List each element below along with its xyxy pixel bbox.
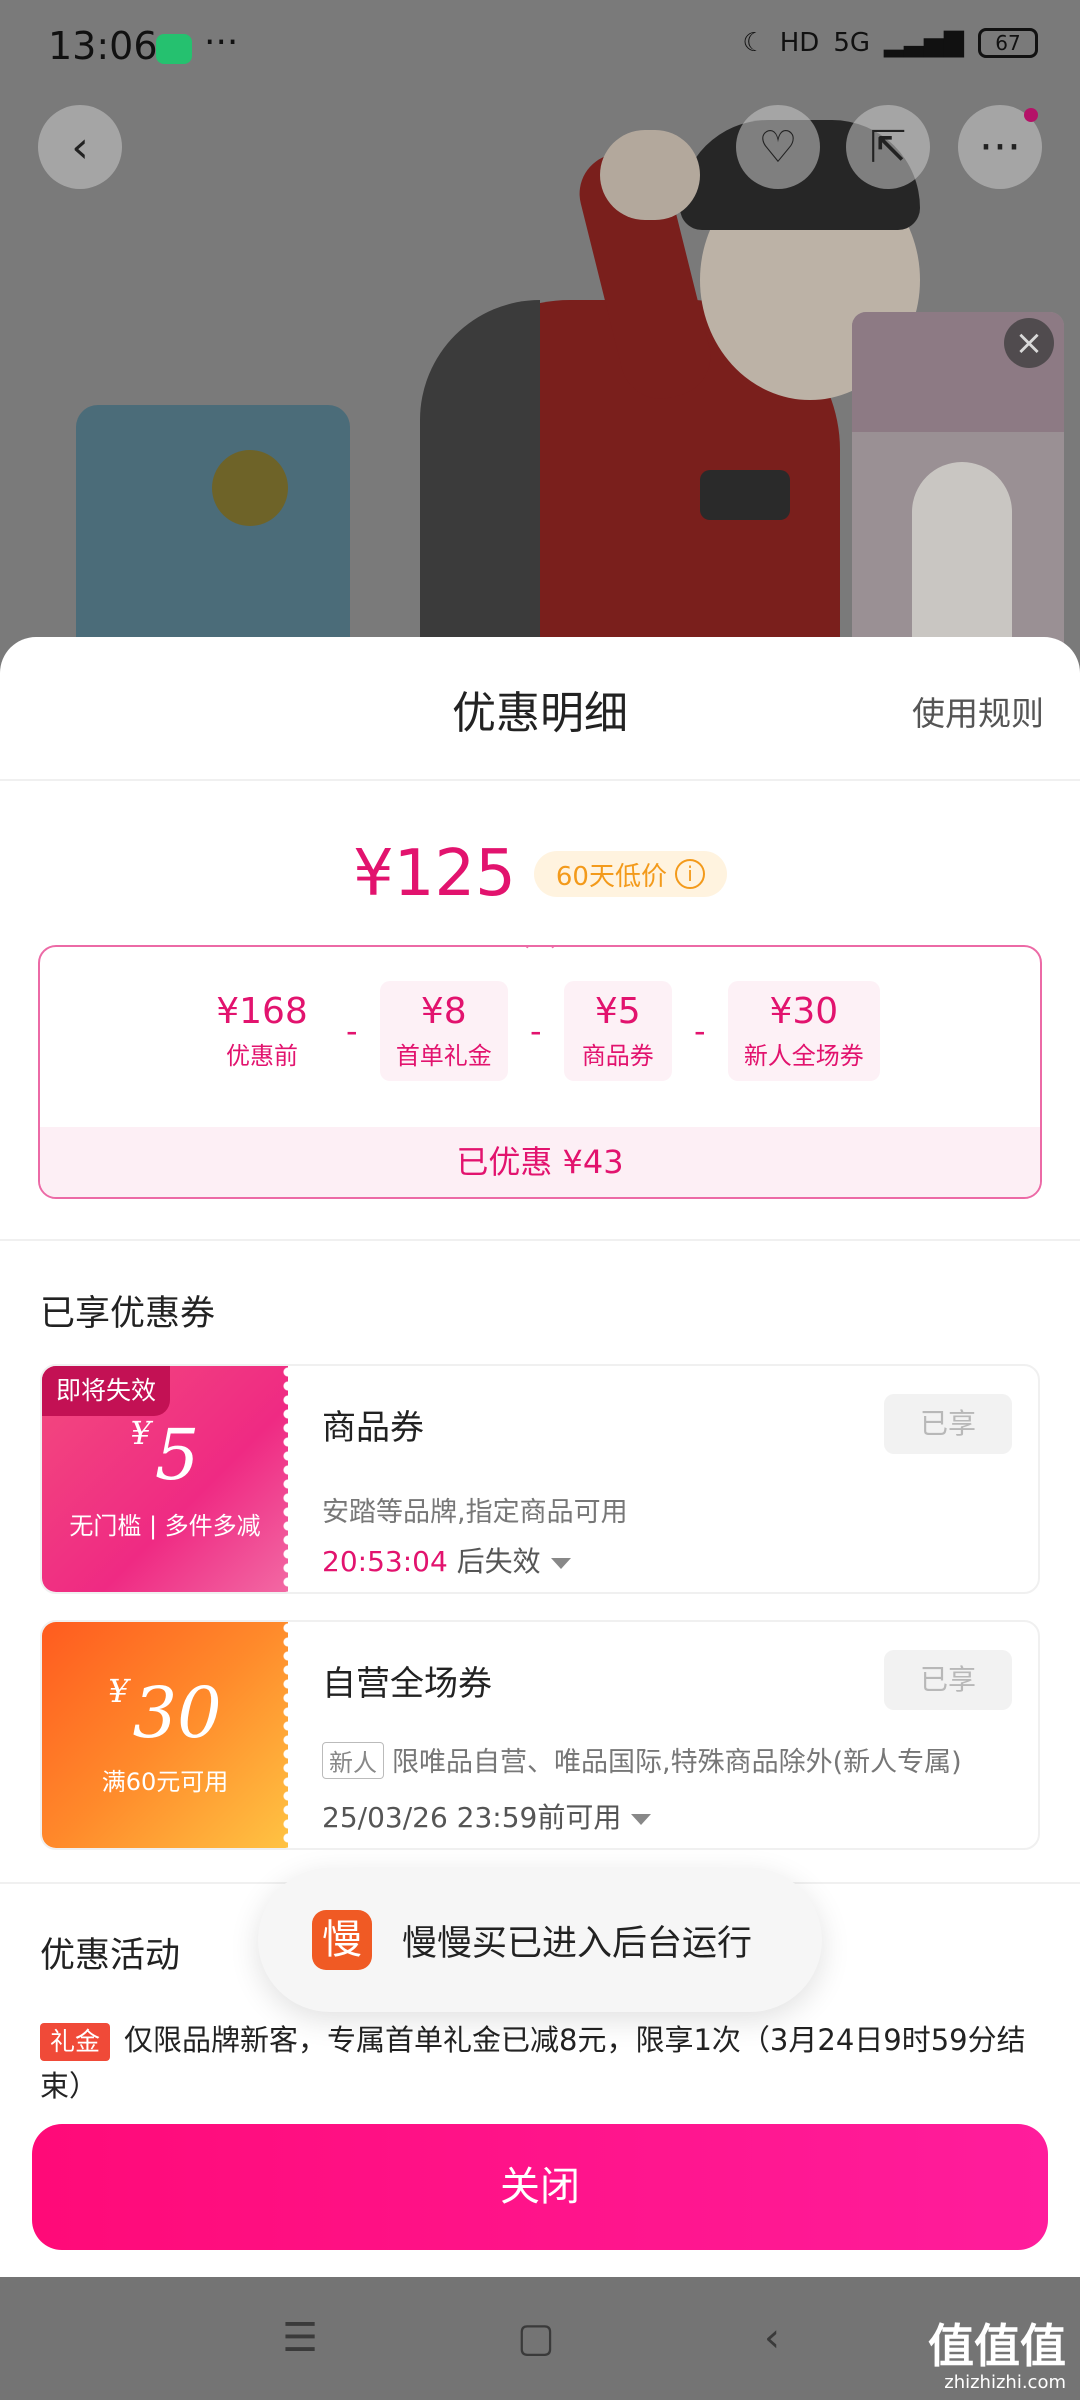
- calc-label: 商品券: [581, 1042, 654, 1070]
- discount-detail-sheet: 优惠明细 使用规则 ¥125 60天低价 i ¥168 优惠前 - ¥8 首单礼…: [0, 637, 1080, 2277]
- coupon-condition: 满60元可用: [101, 1768, 229, 1796]
- coupon-description: 安踏等品牌,指定商品可用: [322, 1497, 628, 1528]
- calculation-items: ¥168 优惠前 - ¥8 首单礼金 - ¥5 商品券 - ¥30 新人全场券: [40, 981, 1040, 1081]
- live-close-icon[interactable]: ×: [1004, 318, 1054, 368]
- coupon-amount: ¥30: [42, 1672, 288, 1754]
- chevron-down-icon: [550, 1557, 571, 1569]
- home-icon[interactable]: ▢: [508, 2313, 564, 2363]
- activity-text: 仅限品牌新客，专属首单礼金已减8元，限享1次（3月24日9时59分结束）: [40, 2023, 1026, 2103]
- notification-dot: [1024, 108, 1038, 122]
- status-time: 13:06: [48, 24, 158, 68]
- divider: [0, 1239, 1080, 1241]
- coupon-condition: 无门槛 | 多件多减: [69, 1512, 261, 1540]
- more-notifications-icon: ···: [204, 22, 239, 63]
- site-watermark: 值值值: [928, 2319, 1066, 2373]
- final-price-row: ¥125 60天低价 i: [0, 837, 1080, 911]
- gift-tag: 礼金: [40, 2023, 111, 2061]
- signal-icon: ▂▃▅▇: [884, 28, 964, 58]
- original-price-item: ¥168 优惠前: [200, 981, 324, 1081]
- share-button[interactable]: ⇱: [846, 105, 930, 189]
- back-arrow-icon: ‹: [71, 121, 89, 173]
- low-price-badge[interactable]: 60天低价 i: [533, 851, 727, 897]
- system-navigation-bar: ☰ ▢ ‹: [0, 2277, 1080, 2400]
- toast-text: 慢慢买已进入后台运行: [402, 1923, 753, 1964]
- final-price: ¥125: [353, 837, 516, 911]
- calc-label: 优惠前: [226, 1042, 298, 1070]
- status-icons: ☾ HD 5G ▂▃▅▇ 67: [742, 28, 1038, 58]
- product-photo-hand: [600, 130, 700, 220]
- chevron-down-icon: [631, 1813, 652, 1825]
- usage-rules-link[interactable]: 使用规则: [912, 687, 1044, 735]
- close-button[interactable]: 关闭: [32, 2124, 1048, 2250]
- calc-value: ¥30: [769, 991, 839, 1032]
- app-icon: 慢: [312, 1910, 372, 1970]
- coupon-valid-until: 25/03/26 23:59前可用: [322, 1801, 622, 1834]
- calc-value: ¥8: [420, 991, 467, 1032]
- coupon-value-panel: ¥30 满60元可用: [42, 1622, 294, 1848]
- minus-sign: -: [346, 1012, 358, 1050]
- network-label: 5G: [833, 28, 871, 58]
- background-running-toast: 慢 慢慢买已进入后台运行: [258, 1868, 822, 2012]
- calc-label: 新人全场券: [743, 1042, 864, 1070]
- more-dots-icon: ···: [979, 121, 1021, 173]
- yen-symbol: ¥: [130, 1414, 151, 1452]
- hd-icon: HD: [779, 28, 820, 58]
- new-user-tag: 新人: [322, 1742, 384, 1779]
- price-calculation-box: ¥168 优惠前 - ¥8 首单礼金 - ¥5 商品券 - ¥30 新人全场券 …: [38, 945, 1042, 1199]
- low-price-label: 60天低价: [555, 861, 667, 892]
- coupon-expiry[interactable]: 20:53:04 后失效: [322, 1540, 571, 1580]
- heart-plus-icon: ♡: [758, 121, 798, 173]
- favorite-button[interactable]: ♡: [736, 105, 820, 189]
- menu-icon[interactable]: ☰: [272, 2313, 328, 2363]
- info-icon: i: [674, 859, 705, 889]
- minus-sign: -: [694, 1012, 706, 1050]
- yen-symbol: ¥: [108, 1672, 129, 1710]
- product-coupon-item: ¥5 商品券: [563, 981, 672, 1081]
- calc-label: 首单礼金: [395, 1042, 492, 1070]
- calc-value: ¥5: [594, 991, 641, 1032]
- coupon-amount-value: 5: [154, 1414, 200, 1496]
- coupon-description-text: 限唯品自营、唯品国际,特殊商品除外(新人专属): [392, 1747, 962, 1778]
- wechat-icon: [156, 34, 192, 64]
- site-watermark-url: zhizhizhi.com: [944, 2372, 1066, 2393]
- coupon-card-product[interactable]: 即将失效 ¥5 无门槛 | 多件多减 商品券 已享 安踏等品牌,指定商品可用 2…: [40, 1364, 1040, 1594]
- battery-icon: 67: [978, 28, 1038, 58]
- product-photo-sleeve: [420, 300, 540, 680]
- activity-section-title: 优惠活动: [40, 1936, 181, 1976]
- status-bar: 13:06 ··· ☾ HD 5G ▂▃▅▇ 67: [0, 0, 1080, 96]
- coupon-amount-value: 30: [132, 1672, 222, 1754]
- back-button[interactable]: ‹: [38, 105, 122, 189]
- coupon-status-button[interactable]: 已享: [884, 1394, 1012, 1454]
- coupons-section-title: 已享优惠券: [40, 1294, 216, 1334]
- activity-item: 礼金 仅限品牌新客，专属首单礼金已减8元，限享1次（3月24日9时59分结束）: [40, 2017, 1050, 2109]
- divider: [0, 779, 1080, 781]
- moon-icon: ☾: [742, 28, 766, 58]
- first-order-gift-item: ¥8 首单礼金: [379, 981, 508, 1081]
- coupon-amount: ¥5: [42, 1414, 288, 1496]
- product-photo-logo: [700, 470, 790, 520]
- coupon-card-store-wide[interactable]: ¥30 满60元可用 自营全场券 已享 新人 限唯品自营、唯品国际,特殊商品除外(…: [40, 1620, 1040, 1850]
- back-nav-icon[interactable]: ‹: [744, 2313, 800, 2363]
- minus-sign: -: [530, 1012, 542, 1050]
- coupon-value-panel: 即将失效 ¥5 无门槛 | 多件多减: [42, 1366, 294, 1592]
- coupon-name: 商品券: [322, 1408, 424, 1448]
- countdown-timer: 20:53:04: [322, 1545, 448, 1578]
- coupon-description: 新人 限唯品自营、唯品国际,特殊商品除外(新人专属): [322, 1740, 962, 1779]
- coupon-name: 自营全场券: [322, 1664, 492, 1704]
- new-user-coupon-item: ¥30 新人全场券: [727, 981, 880, 1081]
- share-icon: ⇱: [869, 121, 907, 173]
- swatch-detail: [212, 450, 288, 526]
- total-saved: 已优惠 ¥43: [40, 1127, 1040, 1197]
- countdown-suffix: 后失效: [447, 1545, 541, 1578]
- coupon-expiry[interactable]: 25/03/26 23:59前可用: [322, 1796, 652, 1836]
- calc-value: ¥168: [216, 991, 308, 1032]
- expiring-tag: 即将失效: [42, 1366, 171, 1416]
- product-page-background: [0, 0, 1080, 680]
- coupon-status-button[interactable]: 已享: [884, 1650, 1012, 1710]
